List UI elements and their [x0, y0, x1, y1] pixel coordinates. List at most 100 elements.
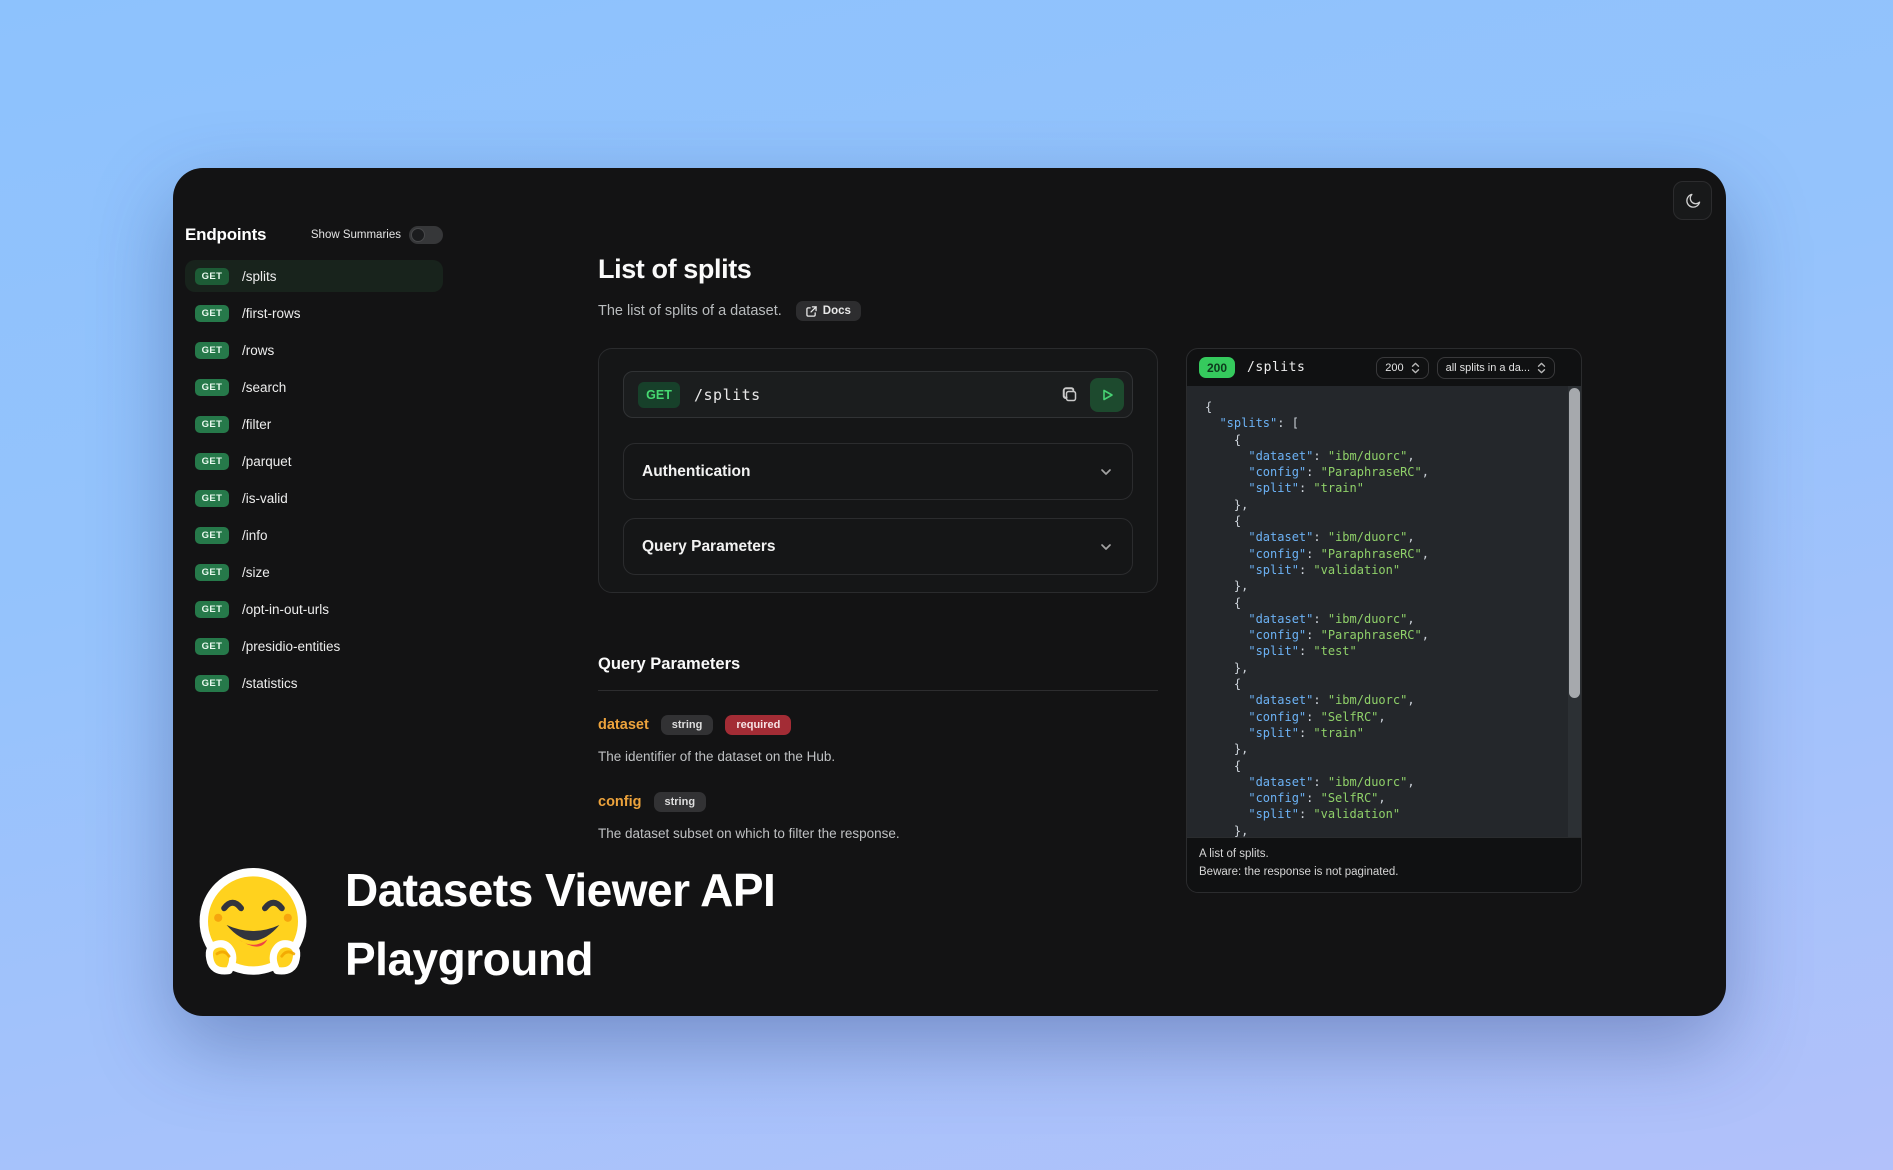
endpoint-path-label: /first-rows: [242, 306, 301, 321]
param-list: dataset string required The identifier of t…: [598, 715, 1158, 841]
moon-icon: [1684, 192, 1702, 210]
authentication-accordion[interactable]: Authentication: [623, 443, 1133, 500]
param-config: configstringThe dataset subset on which …: [598, 792, 1158, 841]
status-badge: 200: [1199, 357, 1235, 378]
method-badge: GET: [195, 342, 229, 359]
code-line: "dataset": "ibm/duorc",: [1205, 692, 1555, 708]
endpoint-path-label: /splits: [242, 269, 277, 284]
divider: [598, 690, 1158, 691]
method-badge: GET: [195, 416, 229, 433]
method-badge: GET: [195, 675, 229, 692]
example-select-value: all splits in a da...: [1446, 362, 1530, 374]
method-badge: GET: [195, 268, 229, 285]
code-line: {: [1205, 399, 1555, 415]
code-line: "dataset": "ibm/duorc",: [1205, 448, 1555, 464]
code-line: {: [1205, 676, 1555, 692]
sidebar-item-info[interactable]: GET/info: [185, 519, 443, 551]
sidebar-item-is-valid[interactable]: GET/is-valid: [185, 482, 443, 514]
sidebar: Endpoints Show Summaries GET/splitsGET/f…: [185, 222, 443, 699]
param-type-badge: string: [661, 715, 714, 735]
endpoint-path-label: /statistics: [242, 676, 298, 691]
response-header: 200 /splits 200 all splits in a da...: [1187, 349, 1581, 386]
sidebar-item-first-rows[interactable]: GET/first-rows: [185, 297, 443, 329]
param-description: The identifier of the dataset on the Hub…: [598, 749, 1158, 764]
show-summaries-toggle[interactable]: [409, 226, 443, 244]
code-line: "splits": [: [1205, 415, 1555, 431]
brand-title-line2: Playground: [345, 925, 775, 994]
sidebar-item-filter[interactable]: GET/filter: [185, 408, 443, 440]
code-line: "config": "ParaphraseRC",: [1205, 464, 1555, 480]
run-request-button[interactable]: [1090, 378, 1124, 412]
code-line: "split": "train": [1205, 480, 1555, 496]
endpoint-path-label: /filter: [242, 417, 271, 432]
query-parameters-section: Query Parameters datasetstringrequiredTh…: [598, 655, 1158, 841]
theme-toggle-button[interactable]: [1673, 181, 1712, 220]
method-badge: GET: [195, 490, 229, 507]
method-badge: GET: [195, 453, 229, 470]
code-line: },: [1205, 578, 1555, 594]
code-line: {: [1205, 758, 1555, 774]
toggle-knob: [411, 228, 425, 242]
method-badge: GET: [195, 564, 229, 581]
brand-title-line1: Datasets Viewer API: [345, 856, 775, 925]
code-line: "dataset": "ibm/duorc",: [1205, 529, 1555, 545]
code-line: "split": "train": [1205, 725, 1555, 741]
response-footer-line: Beware: the response is not paginated.: [1199, 864, 1569, 882]
status-code-select[interactable]: 200: [1376, 357, 1428, 379]
code-line: },: [1205, 741, 1555, 757]
authentication-accordion-label: Authentication: [642, 463, 751, 481]
endpoint-list: GET/splitsGET/first-rowsGET/rowsGET/sear…: [185, 260, 443, 699]
request-path: /splits: [694, 386, 761, 404]
page-title: List of splits: [598, 254, 1158, 285]
code-line: {: [1205, 513, 1555, 529]
request-panel: GET /splits: [598, 348, 1158, 593]
endpoint-path-label: /presidio-entities: [242, 639, 340, 654]
query-parameters-accordion[interactable]: Query Parameters: [623, 518, 1133, 575]
sidebar-item-splits[interactable]: GET/splits: [185, 260, 443, 292]
show-summaries-label: Show Summaries: [311, 229, 401, 241]
response-body: { "splits": [ { "dataset": "ibm/duorc", …: [1187, 386, 1581, 837]
query-parameters-accordion-label: Query Parameters: [642, 538, 776, 556]
code-line: },: [1205, 660, 1555, 676]
scrollbar-thumb[interactable]: [1569, 388, 1580, 698]
method-badge: GET: [195, 638, 229, 655]
scrollbar-track: [1568, 386, 1581, 837]
code-line: },: [1205, 823, 1555, 838]
docs-label: Docs: [823, 305, 851, 317]
hugging-face-logo: [193, 864, 313, 986]
param-name: config: [598, 794, 642, 810]
updown-icon: [1411, 362, 1420, 374]
app-card: Endpoints Show Summaries GET/splitsGET/f…: [173, 168, 1726, 1016]
branding: Datasets Viewer API Playground: [193, 856, 775, 994]
endpoint-path-label: /size: [242, 565, 270, 580]
copy-button[interactable]: [1060, 385, 1080, 405]
code-line: "dataset": "ibm/duorc",: [1205, 611, 1555, 627]
code-line: },: [1205, 497, 1555, 513]
page-subtitle: The list of splits of a dataset.: [598, 303, 782, 319]
endpoint-path-label: /search: [242, 380, 286, 395]
chevron-down-icon: [1098, 464, 1114, 480]
code-line: "config": "SelfRC",: [1205, 790, 1555, 806]
response-path: /splits: [1247, 360, 1305, 375]
copy-icon: [1060, 385, 1080, 405]
code-line: {: [1205, 595, 1555, 611]
code-line: "split": "test": [1205, 643, 1555, 659]
sidebar-item-size[interactable]: GET/size: [185, 556, 443, 588]
docs-button[interactable]: Docs: [796, 301, 861, 321]
method-badge: GET: [195, 601, 229, 618]
sidebar-item-opt-in-out-urls[interactable]: GET/opt-in-out-urls: [185, 593, 443, 625]
sidebar-item-parquet[interactable]: GET/parquet: [185, 445, 443, 477]
sidebar-item-presidio-entities[interactable]: GET/presidio-entities: [185, 630, 443, 662]
sidebar-item-statistics[interactable]: GET/statistics: [185, 667, 443, 699]
code-line: {: [1205, 432, 1555, 448]
param-name: dataset: [598, 717, 649, 733]
response-panel: 200 /splits 200 all splits in a da...: [1186, 348, 1582, 893]
chevron-down-icon: [1098, 539, 1114, 555]
main-content: List of splits The list of splits of a d…: [598, 168, 1158, 841]
sidebar-item-rows[interactable]: GET/rows: [185, 334, 443, 366]
endpoint-path-label: /rows: [242, 343, 274, 358]
sidebar-item-search[interactable]: GET/search: [185, 371, 443, 403]
param-required-badge: required: [725, 715, 791, 735]
example-select[interactable]: all splits in a da...: [1437, 357, 1555, 379]
endpoint-path-label: /info: [242, 528, 268, 543]
